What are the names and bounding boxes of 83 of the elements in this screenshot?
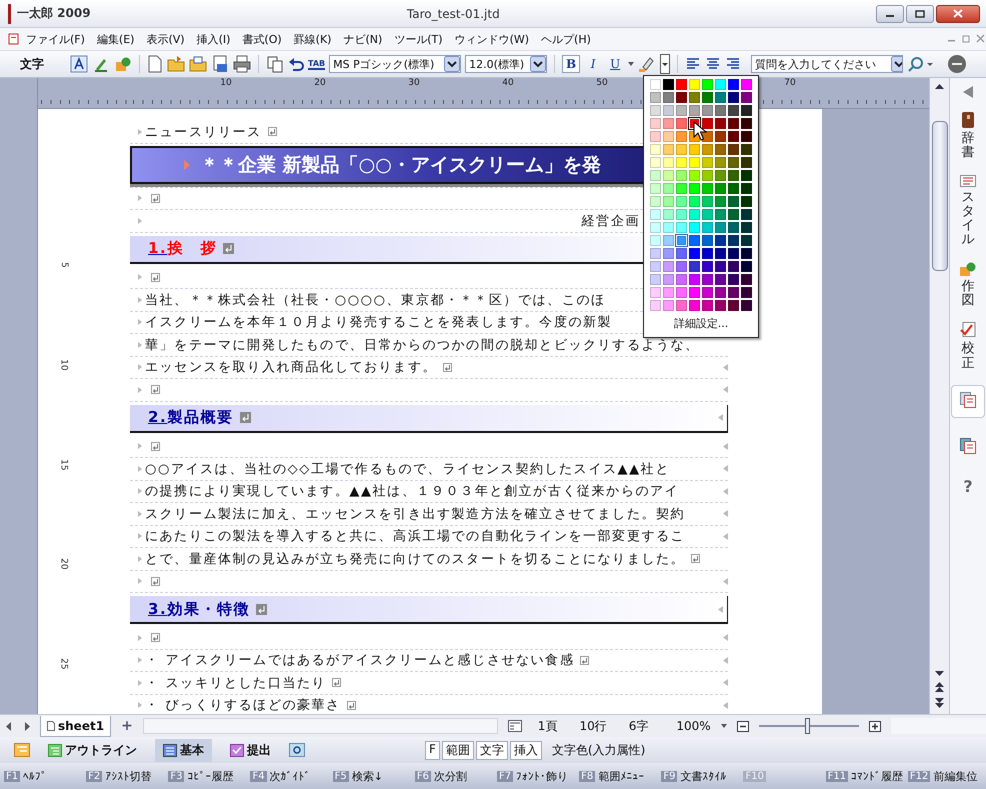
- body-text: の提携により実現しています。▲▲社は、１９０３年と創立が古く従来からのアイ: [145, 483, 680, 500]
- bullet-mark: ・: [145, 652, 160, 670]
- line-status: 10行: [579, 718, 607, 734]
- body-text: 華」をテーマに開発したもので、日常からのつかの間の脱却とビックリするような、: [145, 336, 700, 354]
- menu-item[interactable]: 編集(E): [90, 32, 140, 46]
- question-field[interactable]: 質問を入力してください: [751, 55, 904, 73]
- add-sheet-button[interactable]: +: [121, 718, 133, 734]
- sheet-tab[interactable]: sheet1: [40, 716, 112, 736]
- ruler-number: 70: [783, 78, 797, 88]
- app-name: 一太郎 2009: [17, 5, 91, 22]
- ruler-number: 5: [57, 262, 68, 268]
- menu-item[interactable]: 挿入(I): [190, 32, 236, 46]
- bold-button[interactable]: B: [562, 55, 580, 73]
- bullet-mark: ・: [145, 697, 160, 714]
- ruler-number: 20: [313, 78, 327, 88]
- input-mode-indicator: F: [425, 740, 440, 760]
- function-key-button[interactable]: F1 ﾍﾙﾌﾟ: [0, 770, 82, 782]
- page-status: 1頁: [538, 718, 558, 734]
- side-panel-tab[interactable]: 校正: [954, 322, 982, 371]
- zoom-dropdown[interactable]: 100%: [676, 719, 711, 733]
- mode-tab[interactable]: 提出: [222, 738, 279, 762]
- menu-item[interactable]: 罫線(K): [288, 32, 338, 46]
- body-text: ○○アイスは、当社の◇◇工場で作るもので、ライセンス契約したスイス▲▲社と: [145, 460, 670, 478]
- function-key-button[interactable]: F3 ｺﾋﾟｰ履歴: [164, 768, 246, 784]
- menu-item[interactable]: 表示(V): [140, 32, 191, 46]
- input-mode-indicator: 範囲: [442, 740, 474, 760]
- function-key-button[interactable]: F7 ﾌｫﾝﾄ･飾り: [492, 768, 576, 784]
- help-button[interactable]: ?: [963, 476, 973, 496]
- mode-tab[interactable]: 基本: [155, 738, 212, 762]
- function-key-button[interactable]: F5 検索↓: [328, 768, 411, 784]
- menu-item[interactable]: ナビ(N): [337, 32, 388, 46]
- section-heading: 3.効果・特徴: [148, 600, 250, 618]
- body-text: にあたりこの製法を導入すると共に、高浜工場での自動化ラインを一部変更するこ: [145, 528, 686, 546]
- body-text: ニュースリリース: [145, 124, 262, 141]
- body-text: イスクリームを本年１０月より発売することを発表します。今度の新製: [145, 314, 612, 332]
- tab-button[interactable]: TAB: [308, 58, 326, 70]
- window-title: Taro_test-01.jtd: [406, 6, 501, 20]
- document-title: ＊＊企業 新製品「○○・アイスクリーム」を発: [200, 153, 601, 178]
- body-text: スクリーム製法に加え、エッセンスを引き出す製造方法を確立させてました。契約: [145, 506, 686, 523]
- function-key-button[interactable]: F11 ｺﾏﾝﾄﾞ履歴: [822, 768, 904, 784]
- ruler-number: 25: [57, 658, 68, 670]
- side-panel-tab[interactable]: スタイル: [954, 174, 982, 248]
- menu-item[interactable]: ツール(T): [388, 32, 449, 46]
- toolbar-label: 文字: [20, 56, 44, 72]
- function-key-button[interactable]: F9 文書ｽﾀｲﾙ: [657, 768, 740, 784]
- italic-button[interactable]: I: [584, 55, 602, 73]
- side-panel-tab[interactable]: 作図: [954, 262, 982, 308]
- menu-item[interactable]: 書式(O): [236, 32, 288, 46]
- ruler-number: 20: [57, 558, 68, 570]
- input-mode-indicator: 文字: [476, 740, 508, 760]
- color-settings-link[interactable]: 詳細設定...: [674, 316, 728, 331]
- section-heading: 2.製品概要: [148, 408, 234, 427]
- body-text: エッセンスを取り入れ商品化しております。: [145, 359, 437, 376]
- ruler-number: 10: [219, 78, 233, 88]
- section-heading: 1.挨 拶: [148, 239, 218, 258]
- body-text: びっくりするほどの豪華さ: [166, 697, 341, 714]
- menu-item[interactable]: ウィンドウ(W): [448, 32, 536, 46]
- ruler-number: 15: [57, 458, 68, 470]
- ruler-number: 40: [501, 78, 515, 88]
- ruler-number: 50: [595, 78, 609, 88]
- body-text: アイスクリームではあるがアイスクリームと感じさせない食感: [166, 652, 574, 670]
- body-text: とで、量産体制の見込みが立ち発売に向けてのスタートを切ることになりました。: [145, 550, 686, 568]
- bullet-mark: ・: [145, 674, 160, 692]
- underline-button[interactable]: U: [606, 55, 624, 73]
- ruler-number: 10: [57, 358, 68, 370]
- mode-tab[interactable]: アウトライン: [40, 738, 145, 762]
- function-key-button[interactable]: F2 ｱｼｽﾄ切替: [82, 768, 164, 784]
- character-status: 6字: [628, 718, 648, 734]
- body-text: 経営企画: [582, 212, 640, 230]
- function-key-button[interactable]: F8 範囲ﾒﾆｭｰ: [575, 768, 658, 784]
- font-dropdown[interactable]: MS Pゴシック(標準): [329, 55, 462, 73]
- font-size-dropdown[interactable]: 12.0(標準): [465, 55, 548, 73]
- input-status: 文字色(入力属性): [552, 742, 646, 758]
- function-key-button[interactable]: F6 次分割: [410, 768, 493, 784]
- body-text: スッキリとした口当たり: [166, 674, 326, 692]
- ruler-number: 30: [407, 78, 421, 88]
- side-panel-tab[interactable]: 辞書: [955, 112, 981, 161]
- body-text: 当社、＊＊株式会社（社長・○○○○、東京都・＊＊区）では、このほ: [145, 292, 606, 309]
- input-mode-indicator: 挿入: [510, 740, 542, 760]
- menu-item[interactable]: ヘルプ(H): [535, 32, 597, 46]
- menu-item[interactable]: ファイル(F): [20, 32, 91, 46]
- function-key-button[interactable]: F4 次ｶﾞｲﾄﾞ: [246, 768, 329, 784]
- function-key-button[interactable]: F12 前編集位: [904, 768, 986, 784]
